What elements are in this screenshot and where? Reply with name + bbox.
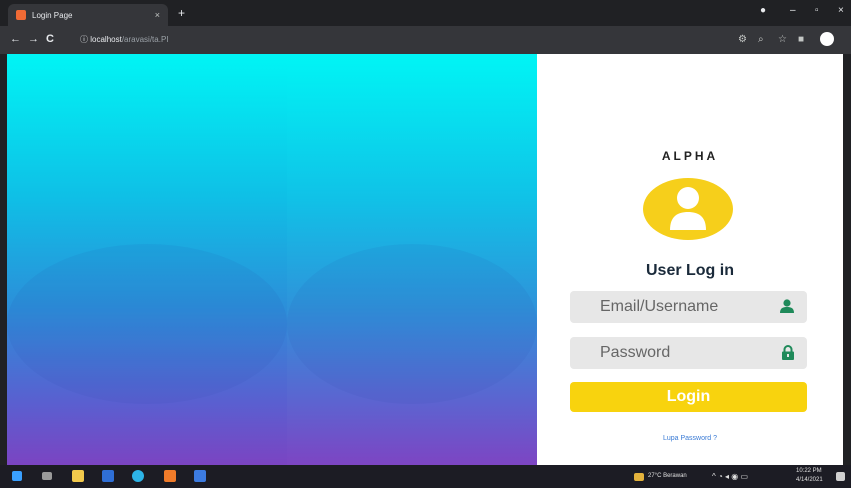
translate-icon[interactable]: ⚙ (738, 34, 747, 45)
app-icon-blue[interactable] (194, 470, 206, 482)
page-content: ALPHA User Log in Email/Username Passwor… (0, 54, 851, 465)
user-silhouette-icon (670, 187, 706, 230)
url-host: localhost (90, 35, 122, 44)
file-explorer-icon[interactable] (72, 470, 84, 482)
back-icon[interactable]: ← (10, 33, 21, 45)
tray-icons[interactable]: ^ ◔ ◂ ◉ ▭ (712, 472, 748, 481)
os-taskbar: 27°C Berawan ^ ◔ ◂ ◉ ▭ 10:22 PM 4/14/202… (0, 465, 851, 488)
weather-icon[interactable] (634, 473, 644, 481)
close-tab-icon[interactable]: × (155, 10, 160, 20)
forward-icon[interactable]: → (28, 33, 39, 45)
password-placeholder: Password (600, 344, 671, 361)
extensions-icon[interactable]: ■ (798, 34, 804, 45)
email-placeholder: Email/Username (600, 298, 719, 315)
chrome-app-icon[interactable] (102, 470, 114, 482)
email-field[interactable]: Email/Username (570, 291, 807, 323)
user-avatar-icon (643, 178, 733, 240)
login-button[interactable]: Login (570, 382, 807, 412)
minimize-icon[interactable]: – (790, 5, 796, 16)
new-tab-button[interactable]: + (178, 6, 185, 20)
user-icon (779, 299, 795, 318)
clock-time[interactable]: 10:22 PM (796, 468, 822, 474)
favicon-icon (16, 10, 26, 20)
login-heading: User Log in (645, 262, 734, 279)
forgot-password-link[interactable]: Lupa Password ? (537, 435, 843, 442)
maximize-icon[interactable]: ▫ (815, 5, 819, 16)
close-window-icon[interactable]: × (838, 5, 844, 16)
notification-icon[interactable] (836, 472, 845, 481)
gradient-panel-middle (287, 54, 537, 465)
lock-icon (781, 345, 795, 365)
wave-decoration (7, 244, 287, 404)
url-path: /aravasi/ta.PI (121, 35, 169, 44)
weather-text[interactable]: 27°C Berawan (648, 473, 687, 479)
site-info-icon[interactable]: ⓘ (80, 35, 88, 44)
profile-avatar[interactable] (820, 32, 834, 46)
login-panel: ALPHA User Log in Email/Username Passwor… (537, 54, 843, 465)
tab-title: Login Page (32, 10, 73, 20)
clock-date[interactable]: 4/14/2021 (796, 477, 823, 483)
reload-icon[interactable]: C (46, 33, 54, 45)
browser-tab-bar: Login Page × + ● – ▫ × (0, 0, 851, 26)
url-field[interactable]: ⓘ localhost/aravasi/ta.PI (80, 31, 710, 49)
start-icon[interactable] (12, 471, 22, 481)
edge-app-icon[interactable] (132, 470, 144, 482)
task-view-icon[interactable] (42, 472, 52, 480)
address-bar-row: ← → C ⓘ localhost/aravasi/ta.PI ⚙ ⌕ ☆ ■ (0, 26, 851, 54)
gradient-panel-left (7, 54, 287, 465)
account-icon[interactable]: ● (760, 5, 766, 16)
password-field[interactable]: Password (570, 337, 807, 369)
brand-title: ALPHA (661, 149, 719, 163)
zoom-icon[interactable]: ⌕ (758, 34, 764, 45)
bookmark-star-icon[interactable]: ☆ (778, 34, 787, 45)
browser-tab[interactable]: Login Page × (8, 4, 168, 26)
wave-decoration (287, 244, 537, 404)
app-icon-orange[interactable] (164, 470, 176, 482)
